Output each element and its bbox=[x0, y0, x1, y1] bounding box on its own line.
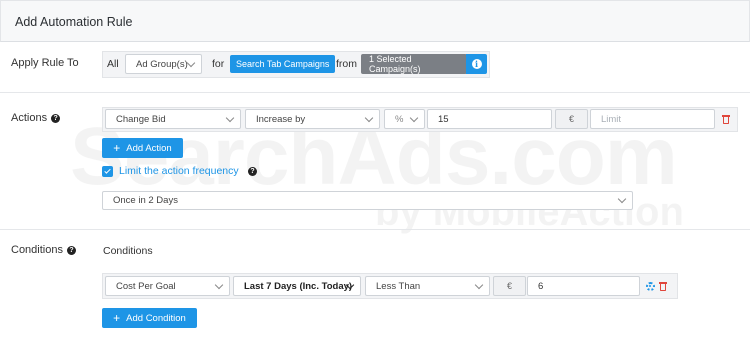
add-action-label: Add Action bbox=[126, 142, 172, 154]
direction-value: Increase by bbox=[256, 113, 306, 125]
campaign-info-button[interactable]: i bbox=[466, 54, 487, 74]
add-condition-label: Add Condition bbox=[126, 312, 186, 324]
info-icon: i bbox=[471, 59, 482, 69]
period-select[interactable]: Last 7 Days (Inc. Today) bbox=[233, 276, 361, 296]
action-type-value: Change Bid bbox=[116, 113, 166, 125]
limit-frequency-label[interactable]: Limit the action frequency bbox=[119, 165, 239, 177]
unit-value: % bbox=[395, 113, 404, 125]
selected-campaigns-button[interactable]: 1 Selected Campaign(s) bbox=[361, 54, 467, 74]
period-value: Last 7 Days (Inc. Today) bbox=[244, 280, 353, 292]
chevron-down-icon bbox=[364, 113, 374, 123]
currency-prefix: € bbox=[555, 109, 588, 129]
plus-icon: + bbox=[113, 311, 121, 325]
section-divider bbox=[0, 229, 750, 230]
apply-rule-label-text: Apply Rule To bbox=[11, 57, 79, 69]
all-text: All bbox=[107, 58, 119, 70]
question-icon[interactable]: ? bbox=[248, 167, 257, 176]
amount-input[interactable]: 15 bbox=[427, 109, 552, 129]
apply-rule-label: Apply Rule To bbox=[11, 57, 79, 69]
operator-value: Less Than bbox=[376, 280, 421, 292]
unit-select[interactable]: % bbox=[384, 109, 425, 129]
actions-label: Actions ? bbox=[11, 112, 61, 124]
chevron-down-icon bbox=[225, 113, 235, 123]
condition-value: 6 bbox=[538, 280, 544, 292]
frequency-select[interactable]: Once in 2 Days bbox=[102, 191, 633, 210]
campaign-type-tag[interactable]: Search Tab Campaigns bbox=[230, 55, 336, 73]
delete-condition-icon[interactable] bbox=[659, 282, 667, 291]
checkmark-icon bbox=[104, 166, 111, 174]
for-text: for bbox=[212, 58, 225, 70]
modal-header: Add Automation Rule bbox=[0, 0, 750, 42]
conditions-label: Conditions ? bbox=[11, 244, 76, 256]
action-type-select[interactable]: Change Bid bbox=[105, 109, 241, 129]
chevron-down-icon bbox=[474, 280, 484, 290]
section-divider bbox=[0, 92, 750, 93]
question-icon[interactable]: ? bbox=[66, 245, 76, 255]
delete-action-icon[interactable] bbox=[722, 115, 730, 124]
question-icon[interactable]: ? bbox=[51, 113, 61, 123]
amount-value: 15 bbox=[438, 113, 449, 125]
conditions-label-text: Conditions bbox=[11, 244, 63, 256]
plus-icon: + bbox=[113, 141, 121, 155]
metric-select[interactable]: Cost Per Goal bbox=[105, 276, 230, 296]
limit-placeholder: Limit bbox=[601, 113, 622, 125]
chevron-down-icon bbox=[214, 280, 224, 290]
modal-title: Add Automation Rule bbox=[15, 15, 133, 29]
scope-select-value: Ad Group(s) bbox=[136, 58, 188, 70]
scope-select[interactable]: Ad Group(s) bbox=[125, 54, 202, 74]
conditions-heading: Conditions bbox=[103, 245, 153, 257]
add-action-button[interactable]: + Add Action bbox=[102, 138, 183, 158]
limit-frequency-checkbox[interactable] bbox=[102, 166, 113, 177]
chevron-down-icon bbox=[186, 58, 196, 68]
gear-icon[interactable] bbox=[646, 282, 655, 291]
chevron-down-icon bbox=[409, 113, 419, 123]
direction-select[interactable]: Increase by bbox=[245, 109, 380, 129]
from-text: from bbox=[336, 58, 357, 70]
chevron-down-icon bbox=[617, 194, 627, 204]
metric-value: Cost Per Goal bbox=[116, 280, 176, 292]
condition-value-input[interactable]: 6 bbox=[527, 276, 640, 296]
actions-label-text: Actions bbox=[11, 112, 48, 124]
frequency-value: Once in 2 Days bbox=[113, 195, 178, 206]
condition-currency-prefix: € bbox=[493, 276, 526, 296]
limit-input[interactable]: Limit bbox=[590, 109, 715, 129]
add-condition-button[interactable]: + Add Condition bbox=[102, 308, 197, 328]
operator-select[interactable]: Less Than bbox=[365, 276, 490, 296]
